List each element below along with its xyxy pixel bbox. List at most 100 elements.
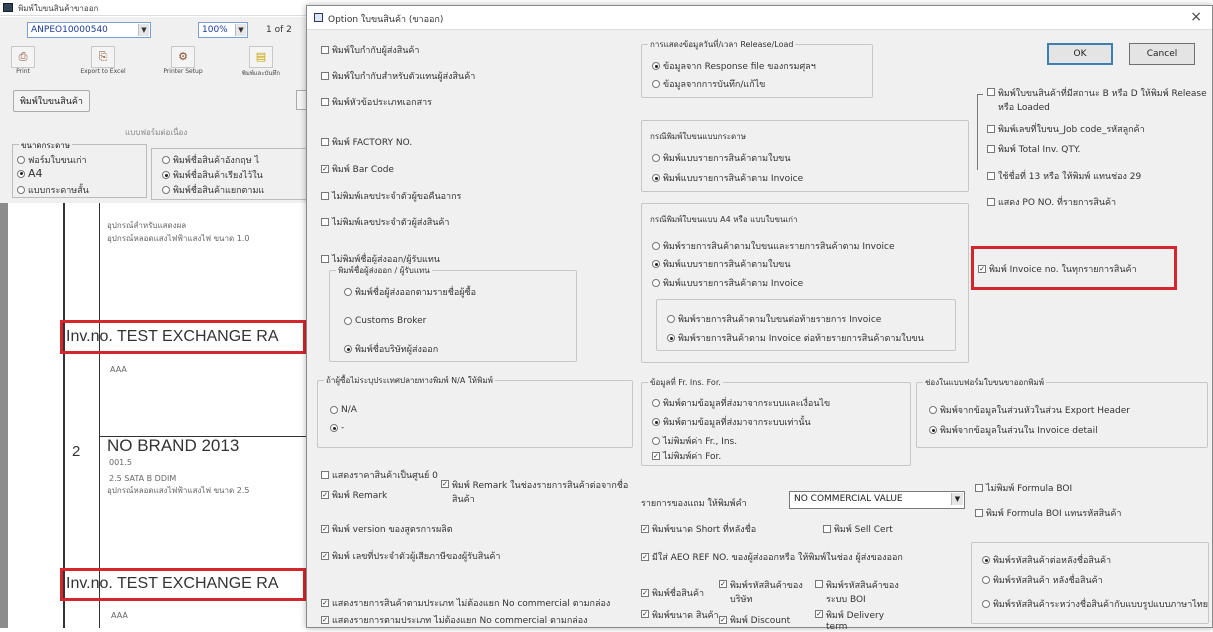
clipped-button[interactable] xyxy=(296,90,306,110)
col3-check[interactable]: พิมพ์ Formula BOI แทนรหัสสินค้า xyxy=(975,506,1121,520)
print-mode-option[interactable]: พิมพ์ชื่อสินค้าอังกฤษ ไ xyxy=(162,153,259,167)
col1-check-label: ไม่พิมพ์เลขประจำตัวผู้ส่งสินค้า xyxy=(332,218,450,228)
report-combo-value: ANPEO10000540 xyxy=(31,25,108,35)
invoice-every-item-check[interactable]: ✓ พิมพ์ Invoice no. ในทุกรายการสินค้า xyxy=(978,262,1137,276)
col2-check[interactable]: ✓ พิมพ์ Discount xyxy=(719,613,790,627)
paper-option-a4[interactable]: A4 xyxy=(17,167,43,180)
print-save-label: พิมพ์และบันทึก xyxy=(241,70,281,77)
box-print-group: กรณีพิมพ์ใบขนแบบกระดาษ พิมพ์แบบรายการสิน… xyxy=(641,120,969,192)
col1-check[interactable]: ไม่พิมพ์เลขประจำตัวผู้ขอคืนอากร xyxy=(321,189,461,203)
a4-option-label: พิมพ์รายการสินค้าตามใบขนและรายการสินค้าต… xyxy=(663,242,895,252)
col1-bottom-check[interactable]: ✓ พิมพ์ Remark xyxy=(321,488,387,502)
checkbox-checked-icon: ✓ xyxy=(978,265,986,273)
radio-icon xyxy=(652,279,660,287)
exporter-option[interactable]: พิมพ์ชื่อบริษัทผู้ส่งออก xyxy=(344,342,438,356)
fri-check[interactable]: ✓ ไม่พิมพ์ค่า For. xyxy=(652,449,721,463)
export-button-label: Export to Excel xyxy=(80,68,126,75)
report-combo[interactable]: ANPEO10000540 ▼ xyxy=(27,22,151,38)
print-save-button[interactable]: ▤ พิมพ์และบันทึก xyxy=(221,46,301,78)
col1-bottom-check[interactable]: ✓ แสดงรายการสินค้าตามประเภท ไม่ต้องแยก No… xyxy=(321,596,610,610)
no-commercial-select[interactable]: NO COMMERCIAL VALUE ▼ xyxy=(789,491,965,509)
na-group: ถ้าผู้ซื้อไม่ระบุประเทศปลายทางพิมพ์ N/A … xyxy=(317,374,633,448)
col1-check[interactable]: พิมพ์ FACTORY NO. xyxy=(321,135,412,149)
printer-icon: ⎙ xyxy=(11,46,35,68)
na-option[interactable]: N/A xyxy=(330,405,357,415)
col1-check[interactable]: ✓ พิมพ์ Bar Code xyxy=(321,162,394,176)
print-export-button[interactable]: พิมพ์ใบขนสินค้า xyxy=(13,90,90,112)
col2-check[interactable]: ✓ พิมพ์ Delivery term xyxy=(815,608,903,632)
a4-option[interactable]: พิมพ์รายการสินค้าตามใบขนและรายการสินค้าต… xyxy=(652,239,895,253)
option-dialog: Option ใบขนสินค้า (ขาออก) × พิมพ์ใบกำกับ… xyxy=(306,5,1213,632)
col2-check[interactable]: ✓ พิมพ์ชื่อสินค้า xyxy=(641,586,704,600)
box-option[interactable]: พิมพ์แบบรายการสินค้าตามใบขน xyxy=(652,151,791,165)
print-button[interactable]: ⎙ Print xyxy=(3,46,43,75)
remark-extra-check[interactable]: ✓ พิมพ์ Remark ในช่องรายการสินค้าต่อจากชื… xyxy=(441,478,641,506)
col1-bottom-label: พิมพ์ version ของสูตรการผลิต xyxy=(332,525,453,535)
zoom-combo[interactable]: 100% ▼ xyxy=(198,22,248,38)
name-option[interactable]: พิมพ์รหัสสินค้า หลังชื่อสินค้า xyxy=(982,573,1103,587)
fri-option[interactable]: ไม่พิมพ์ค่า Fr., Ins. xyxy=(652,434,737,448)
a4-option[interactable]: พิมพ์แบบรายการสินค้าตามใบขน xyxy=(652,257,791,271)
app-icon xyxy=(3,3,13,12)
col2-check-label: พิมพ์ Sell Cert xyxy=(834,525,893,535)
viewer-titlebar: พิมพ์ใบขนสินค้าขาออก xyxy=(0,0,310,16)
col2-check-label: พิมพ์ขนาด สินค้า xyxy=(652,611,719,621)
paper-option-short[interactable]: แบบกระดาษสั้น xyxy=(17,183,89,197)
col3-check[interactable]: พิมพ์ Total Inv. QTY. xyxy=(987,142,1080,156)
col3-check[interactable]: พิมพ์ใบขนสินค้าที่มีสถานะ B หรือ D ให้พิ… xyxy=(987,86,1209,114)
paper-option-old[interactable]: ฟอร์มใบขนเก่า xyxy=(17,153,87,167)
name-option[interactable]: พิมพ์รหัสสินค้าระหว่างชื่อสินค้ากับแบบรู… xyxy=(982,597,1208,611)
col1-check[interactable]: ไม่พิมพ์เลขประจำตัวผู้ส่งสินค้า xyxy=(321,215,450,229)
a4-sub-option[interactable]: พิมพ์รายการสินค้าตามใบขนต่อท้ายรายการ In… xyxy=(667,312,881,326)
col2-check[interactable]: ✓ พิมพ์ขนาด Short ที่หลังชื่อ xyxy=(641,522,756,536)
export-option[interactable]: พิมพ์จากข้อมูลในส่วนหัวในส่วน Export Hea… xyxy=(929,403,1130,417)
exporter-option[interactable]: พิมพ์ชื่อผู้ส่งออกตามรายชื่อผู้ซื้อ xyxy=(344,285,476,299)
na-option[interactable]: - xyxy=(330,423,344,433)
ok-button[interactable]: OK xyxy=(1047,43,1113,65)
col1-bottom-check[interactable]: ✓ พิมพ์ version ของสูตรการผลิต xyxy=(321,522,453,536)
checkbox-checked-icon: ✓ xyxy=(641,553,649,561)
a4-option[interactable]: พิมพ์แบบรายการสินค้าตาม Invoice xyxy=(652,276,803,290)
col2-check[interactable]: พิมพ์รหัสสินค้าของ ระบบ BOI xyxy=(815,578,915,606)
col1-bottom-check[interactable]: ✓ พิมพ์ เลขที่ประจำตัวผู้เสียภาษีของผู้รั… xyxy=(321,549,500,563)
fri-option[interactable]: พิมพ์ตามข้อมูลที่ส่งมาจากระบบและเงื่อนไข xyxy=(652,396,830,410)
checkbox-icon xyxy=(321,138,329,146)
col3-check[interactable]: ใช้ชื่อที่ 13 หรือ ให้พิมพ์ แทนช่อง 29 xyxy=(987,169,1141,183)
fri-option[interactable]: พิมพ์ตามข้อมูลที่ส่งมาจากระบบเท่านั้น xyxy=(652,415,811,429)
col2-check[interactable]: ✓ พิมพ์ขนาด สินค้า xyxy=(641,608,719,622)
release-option[interactable]: ข้อมูลจากการบันทึก/แก้ไข xyxy=(652,77,765,91)
checkbox-checked-icon: ✓ xyxy=(719,580,727,588)
col1-check[interactable]: พิมพ์ใบกำกับผู้ส่งสินค้า xyxy=(321,43,419,57)
col1-bottom-check[interactable]: แสดงราคาสินค้าเป็นศูนย์ 0 xyxy=(321,468,438,482)
viewer-title: พิมพ์ใบขนสินค้าขาออก xyxy=(18,4,99,13)
paper-option-label: A4 xyxy=(28,167,43,180)
name-option[interactable]: พิมพ์รหัสสินค้าต่อหลังชื่อสินค้า xyxy=(982,553,1111,567)
col1-check[interactable]: พิมพ์ใบกำกับสำหรับตัวแทนผู้ส่งสินค้า xyxy=(321,69,475,83)
checkbox-icon xyxy=(321,471,329,479)
export-button[interactable]: ⎘ Export to Excel xyxy=(73,46,133,75)
col1-bottom-check[interactable]: ✓ แสดงรายการตามประเภท ไม่ต้องแยก No comme… xyxy=(321,613,588,627)
col3-check-label: พิมพ์ Total Inv. QTY. xyxy=(998,145,1081,155)
col2-check[interactable]: ✓ มีใส่ AEO REF NO. ของผู้ส่งออกหรือ ให้พ… xyxy=(641,550,903,564)
export-option[interactable]: พิมพ์จากข้อมูลในส่วนใน Invoice detail xyxy=(929,423,1098,437)
product-code: 001.5 xyxy=(109,458,132,467)
printer-setup-button[interactable]: ⚙ Printer Setup xyxy=(155,46,211,75)
a4-sub-option[interactable]: พิมพ์รายการสินค้าตาม Invoice ต่อท้ายรายก… xyxy=(667,331,924,345)
col3-check[interactable]: พิมพ์เลขที่ใบขน_Job code_รหัสลูกค้า xyxy=(987,122,1145,136)
paper-status: แบบฟอร์มต่อเนื่อง xyxy=(125,128,188,137)
name-option-label: พิมพ์รหัสสินค้าต่อหลังชื่อสินค้า xyxy=(993,556,1112,566)
col2-check[interactable]: พิมพ์ Sell Cert xyxy=(823,522,893,536)
print-mode-option[interactable]: พิมพ์ชื่อสินค้าแยกตามแ xyxy=(162,183,264,197)
exporter-option[interactable]: Customs Broker xyxy=(344,316,426,326)
release-option[interactable]: ข้อมูลจาก Response file ของกรมศุลฯ xyxy=(652,59,816,73)
col3-check[interactable]: แสดง PO NO. ที่รายการสินค้า xyxy=(987,195,1116,209)
print-mode-option[interactable]: พิมพ์ชื่อสินค้าเรียงไว้ใน xyxy=(162,168,263,182)
cancel-button[interactable]: Cancel xyxy=(1129,43,1195,65)
close-icon[interactable]: × xyxy=(1190,9,1202,25)
print-mode-group: พิมพ์ชื่อสินค้าอังกฤษ ไ พิมพ์ชื่อสินค้าเ… xyxy=(151,148,311,200)
col3-check[interactable]: ไม่พิมพ์ Formula BOI xyxy=(975,481,1072,495)
col2-check[interactable]: ✓ พิมพ์รหัสสินค้าของบริษัท xyxy=(719,578,807,606)
col1-check[interactable]: พิมพ์หัวข้อประเภทเอกสาร xyxy=(321,95,432,109)
box-option[interactable]: พิมพ์แบบรายการสินค้าตาม Invoice xyxy=(652,171,803,185)
radio-icon xyxy=(344,288,352,296)
